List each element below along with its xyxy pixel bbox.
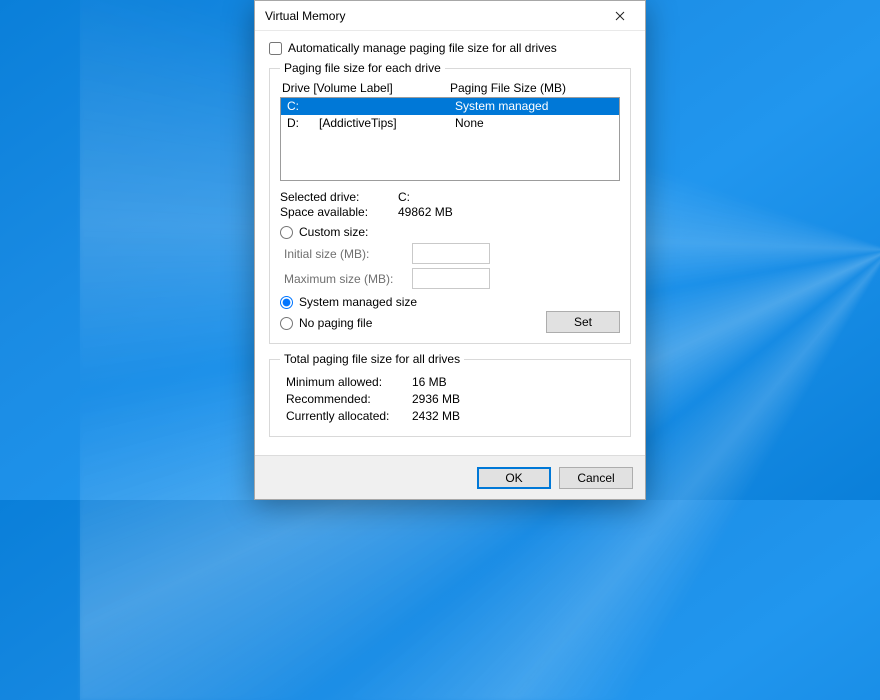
maximum-size-label: Maximum size (MB): (284, 272, 412, 286)
selected-drive-label: Selected drive: (280, 190, 398, 204)
titlebar: Virtual Memory (255, 1, 645, 31)
recommended-row: Recommended: 2936 MB (280, 392, 620, 406)
custom-size-radio[interactable]: Custom size: (280, 225, 620, 239)
currently-allocated-label: Currently allocated: (280, 409, 412, 423)
totals-group: Total paging file size for all drives Mi… (269, 352, 631, 437)
close-button[interactable] (597, 1, 643, 31)
cancel-button[interactable]: Cancel (559, 467, 633, 489)
drive-row[interactable]: C: System managed (281, 98, 619, 115)
minimum-allowed-row: Minimum allowed: 16 MB (280, 375, 620, 389)
drives-group: Paging file size for each drive Drive [V… (269, 61, 631, 344)
auto-manage-checkbox-input[interactable] (269, 42, 282, 55)
close-icon (615, 11, 625, 21)
currently-allocated-value: 2432 MB (412, 409, 460, 423)
selected-drive-row: Selected drive: C: (280, 190, 620, 204)
no-paging-radio[interactable]: No paging file (280, 316, 546, 330)
no-paging-label: No paging file (299, 316, 372, 330)
initial-size-label: Initial size (MB): (284, 247, 412, 261)
auto-manage-checkbox[interactable]: Automatically manage paging file size fo… (269, 41, 631, 55)
set-button[interactable]: Set (546, 311, 620, 333)
drive-row[interactable]: D: [AddictiveTips]None (281, 115, 619, 132)
space-available-value: 49862 MB (398, 205, 453, 219)
system-managed-radio-input[interactable] (280, 296, 293, 309)
recommended-label: Recommended: (280, 392, 412, 406)
maximum-size-input[interactable] (412, 268, 490, 289)
auto-manage-label: Automatically manage paging file size fo… (288, 41, 557, 55)
minimum-allowed-value: 16 MB (412, 375, 447, 389)
drive-row-size: System managed (455, 99, 613, 114)
drive-list[interactable]: C: System managedD: [AddictiveTips]None (280, 97, 620, 181)
custom-size-inputs: Initial size (MB): Maximum size (MB): (284, 243, 620, 289)
drive-header-drive: Drive [Volume Label] (282, 81, 450, 95)
drives-legend: Paging file size for each drive (280, 61, 445, 75)
selected-drive-value: C: (398, 190, 410, 204)
totals-legend: Total paging file size for all drives (280, 352, 464, 366)
space-available-row: Space available: 49862 MB (280, 205, 620, 219)
no-paging-radio-input[interactable] (280, 317, 293, 330)
dialog-footer: OK Cancel (255, 455, 645, 499)
initial-size-input[interactable] (412, 243, 490, 264)
drive-row-drive: C: (287, 99, 455, 114)
dialog-body: Automatically manage paging file size fo… (255, 31, 645, 455)
drive-list-header: Drive [Volume Label] Paging File Size (M… (280, 81, 620, 97)
ok-button[interactable]: OK (477, 467, 551, 489)
drive-row-size: None (455, 116, 613, 131)
recommended-value: 2936 MB (412, 392, 460, 406)
drive-row-drive: D: [AddictiveTips] (287, 116, 455, 131)
system-managed-label: System managed size (299, 295, 417, 309)
window-title: Virtual Memory (265, 9, 597, 23)
system-managed-radio[interactable]: System managed size (280, 295, 620, 309)
virtual-memory-dialog: Virtual Memory Automatically manage pagi… (254, 0, 646, 500)
drive-header-size: Paging File Size (MB) (450, 81, 618, 95)
currently-allocated-row: Currently allocated: 2432 MB (280, 409, 620, 423)
custom-size-label: Custom size: (299, 225, 368, 239)
custom-size-radio-input[interactable] (280, 226, 293, 239)
minimum-allowed-label: Minimum allowed: (280, 375, 412, 389)
space-available-label: Space available: (280, 205, 398, 219)
